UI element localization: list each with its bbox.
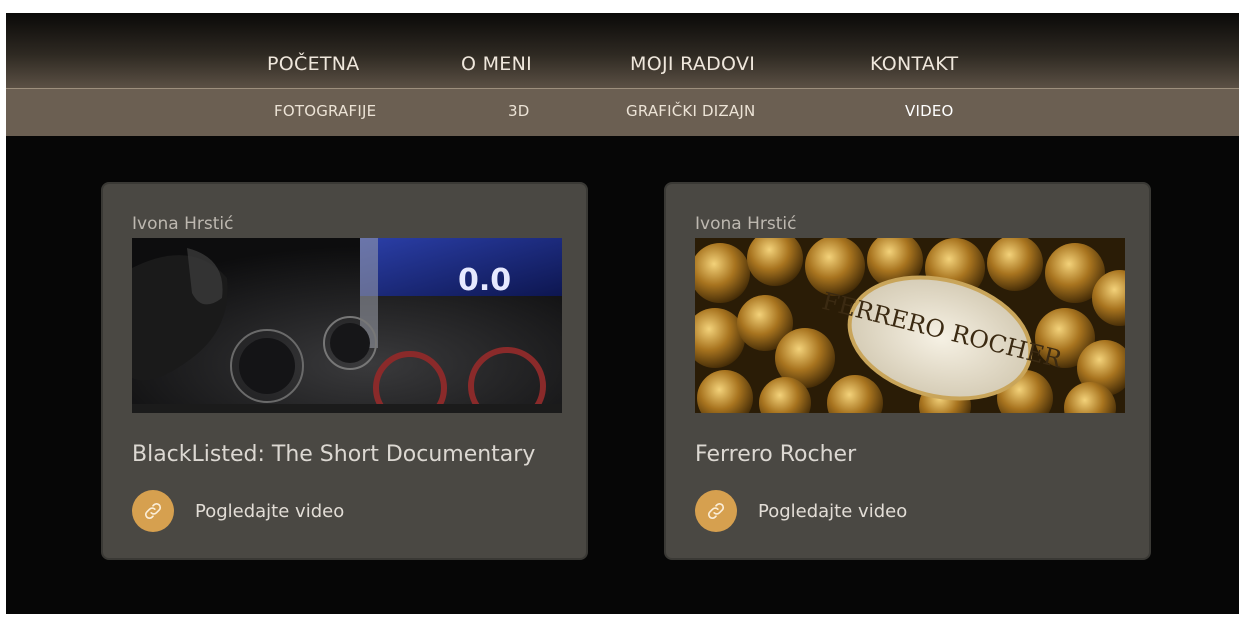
video-card: Ivona Hrstić 0.0 BlackListed: The Short … bbox=[101, 182, 588, 560]
subnav-item-graficki-dizajn[interactable]: GRAFIČKI DIZAJN bbox=[626, 102, 755, 120]
watch-video-link[interactable]: Pogledajte video bbox=[132, 490, 344, 532]
chocolates-thumbnail-image: FERRERO ROCHER bbox=[695, 238, 1125, 413]
video-thumbnail[interactable]: FERRERO ROCHER bbox=[695, 238, 1125, 413]
nav-item-o-meni[interactable]: O MENI bbox=[461, 53, 532, 75]
page-frame: POČETNA O MENI MOJI RADOVI KONTAKT FOTOG… bbox=[6, 13, 1239, 614]
video-card: Ivona Hrstić FERRERO ROCHER Ferrero Roch… bbox=[664, 182, 1151, 560]
video-thumbnail[interactable]: 0.0 bbox=[132, 238, 562, 413]
watch-video-label: Pogledajte video bbox=[195, 500, 345, 522]
card-title: Ferrero Rocher bbox=[695, 442, 857, 467]
main-nav: POČETNA O MENI MOJI RADOVI KONTAKT bbox=[6, 13, 1239, 88]
card-author: Ivona Hrstić bbox=[695, 214, 797, 234]
card-author: Ivona Hrstić bbox=[132, 214, 234, 234]
nav-item-kontakt[interactable]: KONTAKT bbox=[870, 53, 958, 75]
link-icon bbox=[132, 490, 174, 532]
link-icon bbox=[695, 490, 737, 532]
watch-video-label: Pogledajte video bbox=[758, 500, 908, 522]
sub-nav: FOTOGRAFIJE 3D GRAFIČKI DIZAJN VIDEO bbox=[6, 88, 1239, 136]
card-title: BlackListed: The Short Documentary bbox=[132, 442, 536, 467]
nav-item-pocetna[interactable]: POČETNA bbox=[267, 53, 360, 75]
subnav-item-3d[interactable]: 3D bbox=[508, 102, 530, 120]
dashboard-thumbnail-image: 0.0 bbox=[132, 238, 562, 413]
subnav-item-video[interactable]: VIDEO bbox=[905, 102, 954, 120]
subnav-item-fotografije[interactable]: FOTOGRAFIJE bbox=[274, 102, 376, 120]
thumb-readout: 0.0 bbox=[458, 263, 511, 298]
watch-video-link[interactable]: Pogledajte video bbox=[695, 490, 907, 532]
nav-item-moji-radovi[interactable]: MOJI RADOVI bbox=[630, 53, 755, 75]
